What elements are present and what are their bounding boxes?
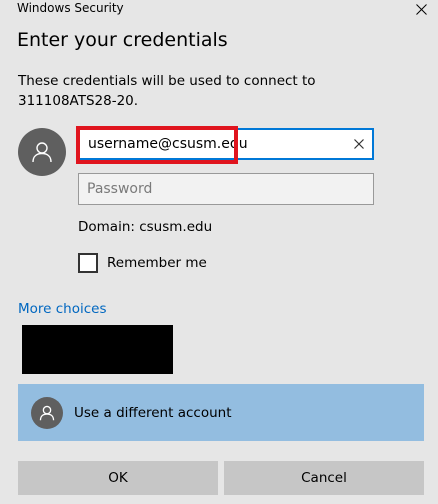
password-input[interactable] bbox=[78, 173, 374, 205]
redacted-area bbox=[22, 325, 173, 374]
dialog-message: These credentials will be used to connec… bbox=[18, 73, 316, 109]
domain-label: Domain: csusm.edu bbox=[78, 219, 213, 235]
account-avatar bbox=[31, 396, 63, 429]
cancel-button[interactable]: Cancel bbox=[224, 461, 424, 495]
user-avatar bbox=[18, 128, 66, 176]
username-input[interactable] bbox=[78, 128, 374, 160]
ok-button[interactable]: OK bbox=[18, 461, 218, 495]
remember-me-checkbox[interactable] bbox=[78, 253, 98, 273]
more-choices-link[interactable]: More choices bbox=[18, 300, 107, 318]
use-different-account-option[interactable]: Use a different account bbox=[18, 384, 424, 441]
window-title: Windows Security bbox=[17, 1, 124, 15]
use-different-account-label: Use a different account bbox=[74, 404, 232, 421]
clear-icon bbox=[354, 139, 364, 149]
close-button[interactable] bbox=[404, 0, 438, 18]
remember-me-label: Remember me bbox=[107, 255, 207, 271]
clear-username-button[interactable] bbox=[349, 134, 369, 154]
dialog-heading: Enter your credentials bbox=[17, 29, 228, 51]
close-icon bbox=[415, 3, 427, 15]
user-icon bbox=[39, 405, 55, 420]
user-icon bbox=[32, 142, 52, 163]
remember-me-option[interactable]: Remember me bbox=[78, 253, 207, 273]
